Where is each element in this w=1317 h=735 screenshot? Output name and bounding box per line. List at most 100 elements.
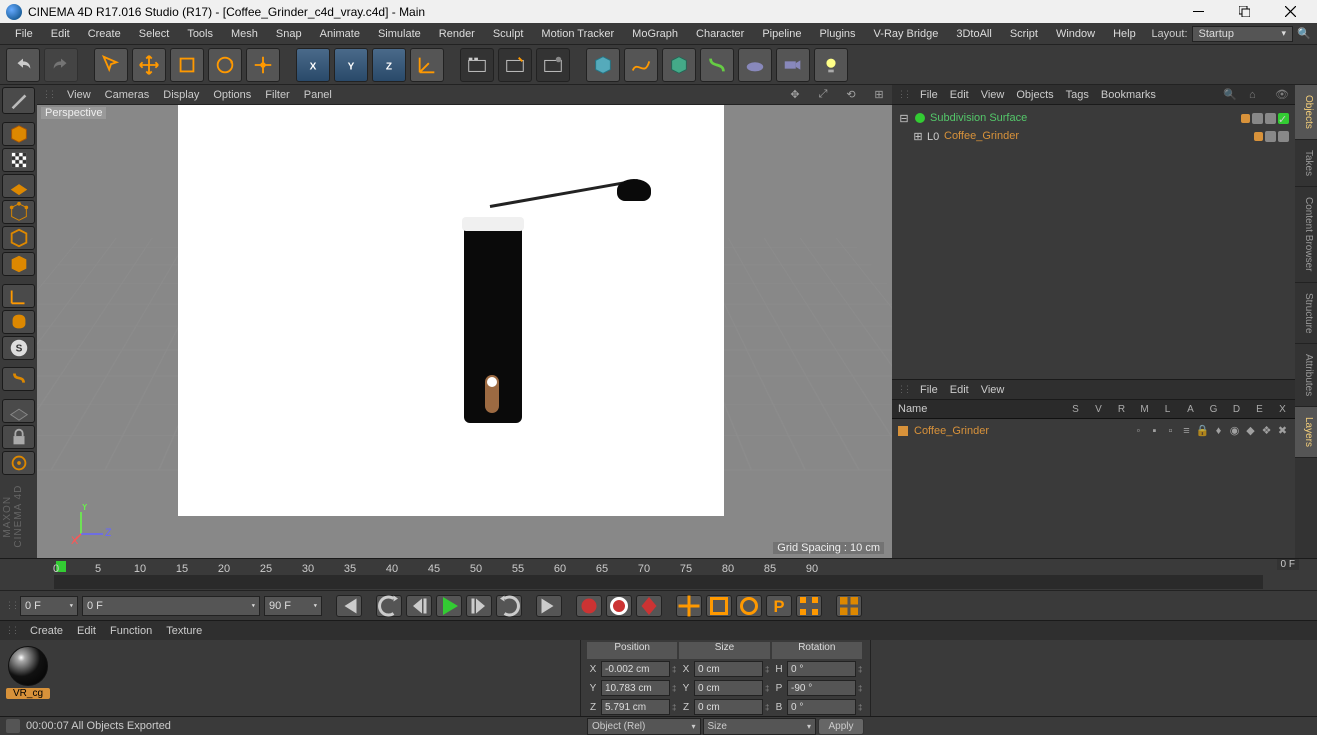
layer-name[interactable]: Coffee_Grinder — [914, 425, 989, 437]
key-scale[interactable] — [706, 595, 732, 617]
vis-editor-dot[interactable] — [1252, 113, 1263, 124]
menu-edit[interactable]: Edit — [42, 26, 79, 42]
pos-x[interactable]: -0.002 cm — [601, 661, 670, 677]
pos-y[interactable]: 10.783 cm — [601, 680, 670, 696]
viewport[interactable]: Perspective Y Z X Grid Spacing : 10 cm — [37, 105, 892, 558]
misc-tool[interactable] — [2, 451, 35, 475]
menu-sculpt[interactable]: Sculpt — [484, 26, 533, 42]
size-y[interactable]: 0 cm — [694, 680, 763, 696]
menu-mograph[interactable]: MoGraph — [623, 26, 687, 42]
obj-menu-edit[interactable]: Edit — [950, 89, 969, 101]
rot-p[interactable]: -90 ° — [787, 680, 856, 696]
vp-pan-icon[interactable]: ✥ — [788, 88, 802, 102]
vp-menu-display[interactable]: Display — [163, 89, 199, 101]
col-s[interactable]: S — [1069, 404, 1082, 415]
menu-tools[interactable]: Tools — [178, 26, 222, 42]
tab-content[interactable]: Content Browser — [1295, 187, 1317, 282]
close-button[interactable] — [1267, 0, 1313, 23]
apply-button[interactable]: Apply — [818, 718, 864, 735]
poly-mode[interactable] — [2, 252, 35, 276]
end-frame-field[interactable]: 90 F — [264, 596, 322, 616]
redo-button[interactable] — [44, 48, 78, 82]
record-key[interactable] — [576, 595, 602, 617]
obj-menu-objects[interactable]: Objects — [1016, 89, 1053, 101]
lock-icon[interactable] — [2, 425, 35, 449]
anim-icon[interactable]: ♦ — [1212, 424, 1225, 437]
lastused-tool[interactable] — [246, 48, 280, 82]
home-icon[interactable]: ⌂ — [1249, 89, 1263, 101]
render-settings[interactable] — [536, 48, 570, 82]
tab-attributes[interactable]: Attributes — [1295, 344, 1317, 407]
play-button[interactable] — [436, 595, 462, 617]
pos-z[interactable]: 5.791 cm — [601, 699, 670, 715]
layer-swatch[interactable] — [1241, 114, 1250, 123]
search-icon[interactable]: 🔍 — [1297, 27, 1311, 40]
menu-plugins[interactable]: Plugins — [810, 26, 864, 42]
render-pv[interactable] — [498, 48, 532, 82]
minimize-button[interactable] — [1175, 0, 1221, 23]
layout-dropdown[interactable]: Startup — [1192, 26, 1293, 42]
menu-pipeline[interactable]: Pipeline — [753, 26, 810, 42]
lock-icon[interactable]: 🔒 — [1196, 424, 1209, 437]
material-preview[interactable] — [8, 646, 48, 686]
col-m[interactable]: M — [1138, 404, 1151, 415]
def-icon[interactable]: ◆ — [1244, 424, 1257, 437]
vp-toggle-icon[interactable]: ⊞ — [872, 88, 886, 102]
size-z[interactable]: 0 cm — [694, 699, 763, 715]
vis-render-dot[interactable] — [1265, 113, 1276, 124]
timeline-ruler[interactable]: 0 5 10 15 20 25 30 35 40 45 50 55 60 65 … — [0, 559, 1317, 575]
col-g[interactable]: G — [1207, 404, 1220, 415]
z-axis-lock[interactable]: Z — [372, 48, 406, 82]
key-pla[interactable] — [796, 595, 822, 617]
key-rot[interactable] — [736, 595, 762, 617]
goto-end[interactable] — [536, 595, 562, 617]
menu-file[interactable]: File — [6, 26, 42, 42]
goto-start[interactable] — [336, 595, 362, 617]
add-light[interactable] — [814, 48, 848, 82]
material-item[interactable]: VR_cg — [6, 646, 50, 699]
powerslider-opts[interactable] — [836, 595, 862, 617]
menu-vray[interactable]: V-Ray Bridge — [865, 26, 948, 42]
menu-character[interactable]: Character — [687, 26, 753, 42]
lay-menu-edit[interactable]: Edit — [950, 384, 969, 396]
x-axis-lock[interactable]: X — [296, 48, 330, 82]
add-environment[interactable] — [738, 48, 772, 82]
key-pos[interactable] — [676, 595, 702, 617]
menu-render[interactable]: Render — [430, 26, 484, 42]
vp-menu-options[interactable]: Options — [213, 89, 251, 101]
coord-mode-dropdown[interactable]: Object (Rel) — [587, 718, 701, 735]
lay-menu-view[interactable]: View — [981, 384, 1005, 396]
make-editable[interactable] — [2, 87, 35, 114]
tree-label[interactable]: Coffee_Grinder — [944, 130, 1019, 142]
next-frame[interactable] — [466, 595, 492, 617]
size-x[interactable]: 0 cm — [694, 661, 763, 677]
locked-workplane[interactable] — [2, 367, 35, 391]
axis-tool[interactable] — [2, 284, 35, 308]
scale-tool[interactable] — [170, 48, 204, 82]
col-l[interactable]: L — [1161, 404, 1174, 415]
move-tool[interactable] — [132, 48, 166, 82]
start-frame-field[interactable]: 0 F — [20, 596, 78, 616]
mat-menu-function[interactable]: Function — [110, 625, 152, 637]
add-spline[interactable] — [624, 48, 658, 82]
texture-mode[interactable] — [2, 148, 35, 172]
menu-motiontracker[interactable]: Motion Tracker — [532, 26, 623, 42]
menu-simulate[interactable]: Simulate — [369, 26, 430, 42]
tweak-mode[interactable] — [2, 399, 35, 423]
vp-menu-cameras[interactable]: Cameras — [105, 89, 150, 101]
timeline-range-slider[interactable] — [54, 575, 1263, 589]
menu-select[interactable]: Select — [130, 26, 179, 42]
y-axis-lock[interactable]: Y — [334, 48, 368, 82]
view-icon[interactable]: ▪ — [1148, 424, 1161, 437]
vis-editor-dot[interactable] — [1265, 131, 1276, 142]
current-frame-field[interactable]: 0 F — [82, 596, 260, 616]
vp-menu-panel[interactable]: Panel — [304, 89, 332, 101]
menu-script[interactable]: Script — [1001, 26, 1047, 42]
tab-layers[interactable]: Layers — [1295, 407, 1317, 458]
mat-menu-texture[interactable]: Texture — [166, 625, 202, 637]
add-deformer[interactable] — [700, 48, 734, 82]
layer-swatch[interactable] — [1254, 132, 1263, 141]
coord-system[interactable] — [410, 48, 444, 82]
vp-rotate-icon[interactable]: ⟲ — [844, 88, 858, 102]
tree-label[interactable]: Subdivision Surface — [930, 112, 1027, 124]
